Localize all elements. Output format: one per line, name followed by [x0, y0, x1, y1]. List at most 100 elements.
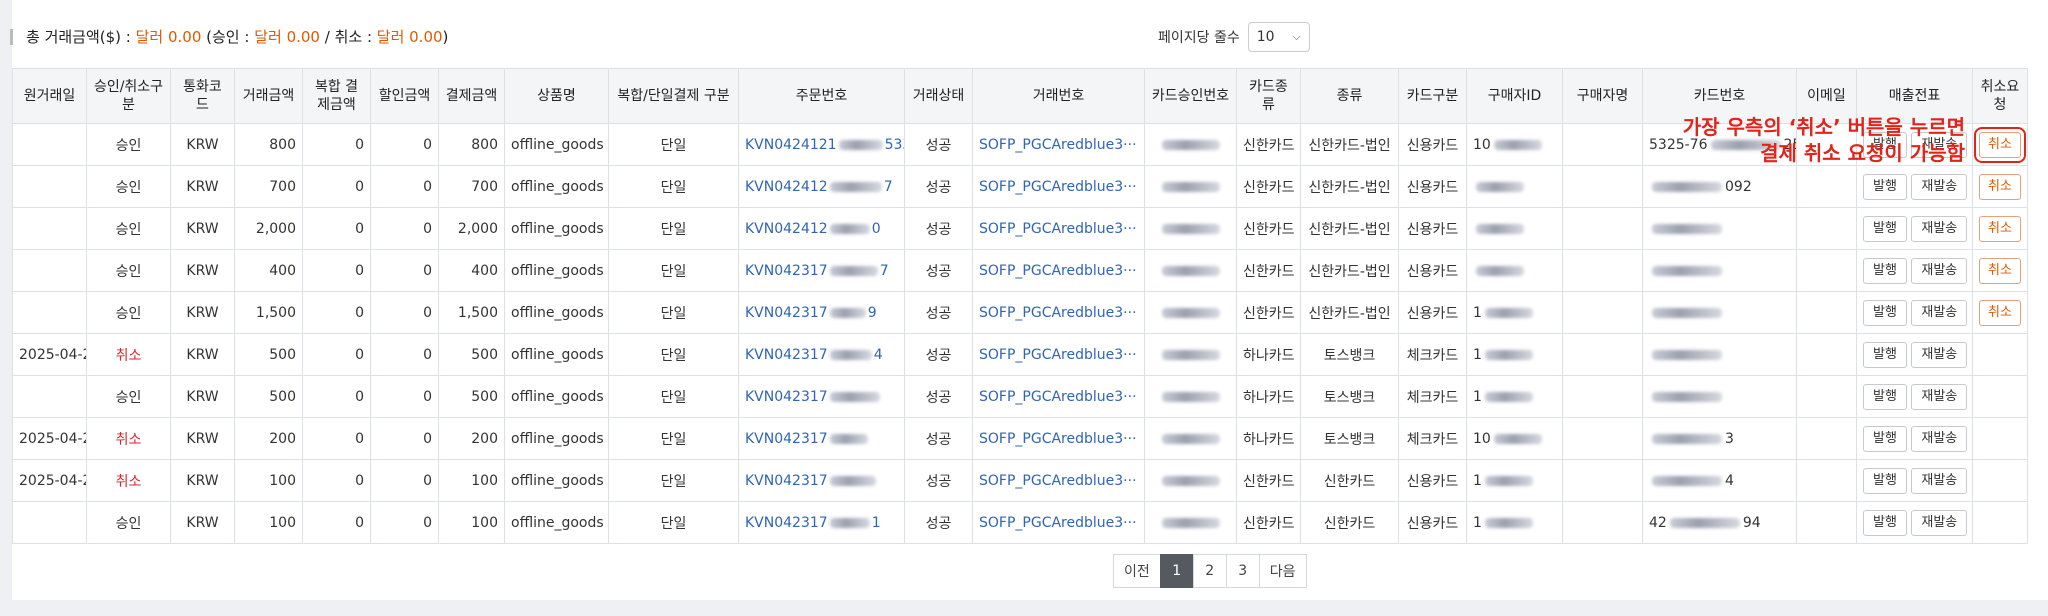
transaction-number-cell[interactable]: SOFP_PGCAredblue3··· — [972, 375, 1145, 418]
transaction-status: 성공 — [904, 375, 973, 418]
transaction-number-link[interactable]: SOFP_PGCAredblue3··· — [979, 473, 1137, 489]
transaction-number-cell[interactable]: SOFP_PGCAredblue3··· — [972, 417, 1145, 460]
masked-value — [1652, 433, 1722, 444]
product-name: offline_goods — [504, 207, 609, 250]
masked-value — [1652, 223, 1722, 234]
masked-value — [1161, 223, 1220, 234]
issue-button[interactable]: 발행 — [1863, 341, 1907, 368]
transaction-number-link[interactable]: SOFP_PGCAredblue3··· — [979, 431, 1137, 447]
paid-amount: 100 — [438, 501, 505, 544]
transaction-status: 성공 — [904, 291, 973, 334]
buyer-id-cell: 1 — [1466, 459, 1563, 502]
order-number-cell[interactable]: KVN042412 0 — [738, 207, 905, 250]
page-size-select[interactable]: 10 ⌵ — [1247, 22, 1310, 52]
resend-button[interactable]: 재발송 — [1911, 299, 1968, 326]
payment-mode: 단일 — [608, 249, 739, 292]
cancel-request-button[interactable]: 취소 — [1979, 215, 2021, 242]
cancel-request-button[interactable]: 취소 — [1979, 257, 2021, 284]
masked-value — [1652, 391, 1722, 402]
page-1-button[interactable]: 1 — [1159, 554, 1194, 588]
page-size-value: 10 — [1256, 29, 1275, 45]
order-number-cell[interactable]: KVN042317 1 — [738, 501, 905, 544]
transaction-number-link[interactable]: SOFP_PGCAredblue3··· — [979, 389, 1137, 405]
transaction-number-link[interactable]: SOFP_PGCAredblue3··· — [979, 305, 1137, 321]
masked-value — [829, 223, 870, 234]
resend-button[interactable]: 재발송 — [1911, 425, 1968, 452]
masked-value — [1484, 475, 1533, 486]
table-row: 2025-04-23 취소 KRW 200 0 0 200 offline_go… — [12, 417, 2028, 460]
order-number-cell[interactable]: KVN0424121 533 — [738, 123, 905, 166]
email — [1796, 417, 1857, 460]
original-date — [12, 375, 87, 418]
transaction-number-cell[interactable]: SOFP_PGCAredblue3··· — [972, 207, 1145, 250]
transaction-number-link[interactable]: SOFP_PGCAredblue3··· — [979, 137, 1137, 153]
order-number-cell[interactable]: KVN042412 7 — [738, 165, 905, 208]
transaction-number-link[interactable]: SOFP_PGCAredblue3··· — [979, 515, 1137, 531]
issue-button[interactable]: 발행 — [1863, 215, 1907, 242]
card-kind: 토스뱅크 — [1300, 417, 1399, 460]
order-number-cell[interactable]: KVN042317 4 — [738, 333, 905, 376]
order-number-link[interactable]: KVN042317 — [745, 347, 828, 363]
sales-slip-cell: 발행 재발송 — [1856, 291, 1973, 334]
cancel-request-button[interactable]: 취소 — [1979, 173, 2021, 200]
resend-button[interactable]: 재발송 — [1911, 215, 1968, 242]
order-number-link[interactable]: KVN042317 — [745, 389, 828, 405]
order-number-link[interactable]: KVN042317 — [745, 431, 828, 447]
card-issuer: 하나카드 — [1236, 417, 1301, 460]
order-number-link[interactable]: KVN042412 — [745, 179, 828, 195]
order-number-link[interactable]: KVN042317 — [745, 305, 828, 321]
resend-button[interactable]: 재발송 — [1911, 467, 1968, 494]
order-number-link[interactable]: KVN042317 — [745, 263, 828, 279]
transaction-number-link[interactable]: SOFP_PGCAredblue3··· — [979, 347, 1137, 363]
issue-button[interactable]: 발행 — [1863, 509, 1907, 536]
order-number-link[interactable]: KVN042317 — [745, 515, 828, 531]
column-header: 복합/단일결제 구분 — [608, 68, 739, 124]
issue-button[interactable]: 발행 — [1863, 467, 1907, 494]
issue-button[interactable]: 발행 — [1863, 173, 1907, 200]
resend-button[interactable]: 재발송 — [1911, 341, 1968, 368]
order-number-cell[interactable]: KVN042317 — [738, 375, 905, 418]
resend-button[interactable]: 재발송 — [1911, 383, 1968, 410]
card-number-cell: 092 — [1642, 165, 1797, 208]
order-number-cell[interactable]: KVN042317 — [738, 417, 905, 460]
payment-mode: 단일 — [608, 459, 739, 502]
page-3-button[interactable]: 3 — [1225, 554, 1260, 588]
column-header: 카드종류 — [1236, 68, 1301, 124]
transaction-number-cell[interactable]: SOFP_PGCAredblue3··· — [972, 165, 1145, 208]
combined-amount: 0 — [302, 207, 371, 250]
prev-page-button[interactable]: 이전 — [1113, 554, 1161, 588]
transaction-number-cell[interactable]: SOFP_PGCAredblue3··· — [972, 291, 1145, 334]
product-name: offline_goods — [504, 291, 609, 334]
buyer-name — [1562, 501, 1643, 544]
transaction-number-link[interactable]: SOFP_PGCAredblue3··· — [979, 263, 1137, 279]
transaction-number-link[interactable]: SOFP_PGCAredblue3··· — [979, 221, 1137, 237]
resend-button[interactable]: 재발송 — [1911, 173, 1968, 200]
issue-button[interactable]: 발행 — [1863, 383, 1907, 410]
currency-code: KRW — [170, 501, 235, 544]
issue-button[interactable]: 발행 — [1863, 299, 1907, 326]
order-number-link[interactable]: KVN042412 — [745, 221, 828, 237]
cancel-request-button[interactable]: 취소 — [1974, 126, 2026, 163]
transaction-number-link[interactable]: SOFP_PGCAredblue3··· — [979, 179, 1137, 195]
order-number-cell[interactable]: KVN042317 — [738, 459, 905, 502]
order-number-cell[interactable]: KVN042317 7 — [738, 249, 905, 292]
paid-amount: 200 — [438, 417, 505, 460]
transaction-number-cell[interactable]: SOFP_PGCAredblue3··· — [972, 501, 1145, 544]
resend-button[interactable]: 재발송 — [1911, 509, 1968, 536]
next-page-button[interactable]: 다음 — [1258, 554, 1307, 588]
order-number-cell[interactable]: KVN042317 9 — [738, 291, 905, 334]
column-header: 카드구분 — [1398, 68, 1467, 124]
transaction-number-cell[interactable]: SOFP_PGCAredblue3··· — [972, 123, 1145, 166]
transaction-number-cell[interactable]: SOFP_PGCAredblue3··· — [972, 249, 1145, 292]
masked-value — [829, 433, 868, 444]
order-number-link[interactable]: KVN042317 — [745, 473, 828, 489]
order-number-link[interactable]: KVN0424121 — [745, 137, 837, 153]
page-2-button[interactable]: 2 — [1192, 554, 1227, 588]
issue-button[interactable]: 발행 — [1863, 257, 1907, 284]
cancel-request-button[interactable]: 취소 — [1979, 299, 2021, 326]
transaction-number-cell[interactable]: SOFP_PGCAredblue3··· — [972, 459, 1145, 502]
order-number-tail: 0 — [871, 220, 881, 237]
resend-button[interactable]: 재발송 — [1911, 257, 1968, 284]
transaction-number-cell[interactable]: SOFP_PGCAredblue3··· — [972, 333, 1145, 376]
issue-button[interactable]: 발행 — [1863, 425, 1907, 452]
